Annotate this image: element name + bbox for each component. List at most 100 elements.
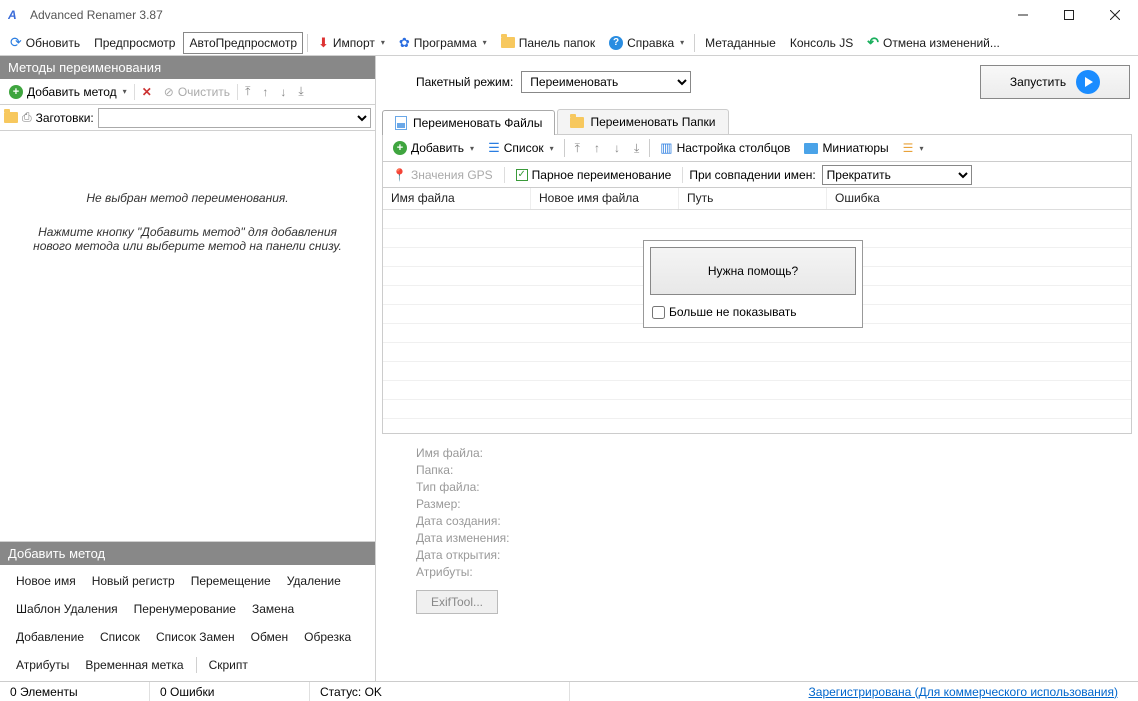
arrow-top-icon: ⤒ bbox=[245, 84, 250, 99]
registration-link[interactable]: Зарегистрирована (Для коммерческого испо… bbox=[789, 685, 1138, 699]
console-js-button[interactable]: Консоль JS bbox=[784, 32, 859, 54]
help-button[interactable]: ?Справка▾ bbox=[603, 32, 690, 54]
move-bottom-button[interactable]: ⤓ bbox=[293, 82, 308, 101]
col-newname[interactable]: Новое имя файла bbox=[531, 188, 679, 209]
move-up-button[interactable]: ↑ bbox=[257, 83, 273, 101]
methods-empty-area: Не выбран метод переименования. Нажмите … bbox=[0, 131, 375, 541]
arrow-up-icon: ↑ bbox=[594, 141, 600, 155]
refresh-button[interactable]: ⟳Обновить bbox=[4, 32, 86, 54]
undo-button[interactable]: ↶Отмена изменений... bbox=[861, 32, 1006, 54]
chevron-down-icon: ▾ bbox=[550, 144, 554, 153]
method-renumber[interactable]: Перенумерование bbox=[126, 599, 244, 619]
sort-top-button[interactable]: ⤒ bbox=[569, 139, 586, 158]
table-row bbox=[383, 343, 1131, 362]
batch-mode-label: Пакетный режим: bbox=[416, 75, 513, 89]
tab-folders-label: Переименовать Папки bbox=[590, 115, 715, 129]
import-button[interactable]: ⬇ Импорт ▾ bbox=[312, 32, 391, 54]
chevron-down-icon: ▾ bbox=[470, 144, 474, 153]
method-new-name[interactable]: Новое имя bbox=[8, 571, 84, 591]
method-remove[interactable]: Удаление bbox=[279, 571, 349, 591]
status-elements: 0 Элементы bbox=[0, 682, 150, 701]
methods-header: Методы переименования bbox=[0, 56, 375, 79]
preview-button[interactable]: Предпросмотр bbox=[88, 32, 181, 54]
thumbs-label: Миниатюры bbox=[822, 141, 888, 155]
program-button[interactable]: ✿Программа▾ bbox=[393, 32, 493, 54]
col-filename[interactable]: Имя файла bbox=[383, 188, 531, 209]
svg-text:A: A bbox=[8, 8, 17, 22]
method-script[interactable]: Скрипт bbox=[201, 655, 256, 675]
method-add[interactable]: Добавление bbox=[8, 627, 92, 647]
import-label: Импорт bbox=[333, 36, 375, 50]
need-help-label: Нужна помощь? bbox=[708, 264, 798, 278]
help-icon: ? bbox=[609, 36, 623, 50]
col-error[interactable]: Ошибка bbox=[827, 188, 1131, 209]
refresh-label: Обновить bbox=[26, 36, 80, 50]
columns-icon: ▥ bbox=[660, 140, 672, 156]
method-trim[interactable]: Обрезка bbox=[296, 627, 359, 647]
method-attributes[interactable]: Атрибуты bbox=[8, 655, 77, 675]
dont-show-checkbox[interactable] bbox=[652, 306, 665, 319]
batch-mode-select[interactable]: Переименовать bbox=[521, 71, 691, 93]
list-button[interactable]: ☰Список▾ bbox=[482, 138, 560, 158]
auto-preview-button[interactable]: АвтоПредпросмотр bbox=[183, 32, 303, 54]
metadata-button[interactable]: Метаданные bbox=[699, 32, 782, 54]
file-icon bbox=[395, 116, 407, 130]
table-row bbox=[383, 400, 1131, 419]
detail-created: Дата создания: bbox=[416, 514, 1098, 528]
clear-methods-button[interactable]: ⊘Очистить bbox=[159, 83, 235, 101]
method-list-replace[interactable]: Список Замен bbox=[148, 627, 243, 647]
need-help-button[interactable]: Нужна помощь? bbox=[650, 247, 856, 295]
chevron-down-icon: ▾ bbox=[483, 38, 487, 47]
detail-modified: Дата изменения: bbox=[416, 531, 1098, 545]
folder-icon[interactable] bbox=[4, 112, 18, 123]
col-path[interactable]: Путь bbox=[679, 188, 827, 209]
method-remove-pattern[interactable]: Шаблон Удаления bbox=[8, 599, 126, 619]
folder-panel-button[interactable]: Панель папок bbox=[495, 32, 601, 54]
table-row bbox=[383, 210, 1131, 229]
method-timestamp[interactable]: Временная метка bbox=[77, 655, 191, 675]
add-method-button[interactable]: +Добавить метод▾ bbox=[4, 83, 132, 101]
move-top-button[interactable]: ⤒ bbox=[240, 82, 255, 101]
file-details: Имя файла: Папка: Тип файла: Размер: Дат… bbox=[376, 434, 1138, 626]
undo-label: Отмена изменений... bbox=[883, 36, 1000, 50]
gps-button[interactable]: 📍Значения GPS bbox=[387, 166, 498, 184]
table-row bbox=[383, 381, 1131, 400]
method-swap[interactable]: Обмен bbox=[243, 627, 297, 647]
sort-down-button[interactable]: ↓ bbox=[608, 139, 626, 157]
sort-up-button[interactable]: ↑ bbox=[588, 139, 606, 157]
exiftool-button[interactable]: ExifTool... bbox=[416, 590, 498, 614]
method-new-case[interactable]: Новый регистр bbox=[84, 571, 183, 591]
add-files-button[interactable]: +Добавить▾ bbox=[387, 139, 480, 157]
minimize-button[interactable] bbox=[1000, 0, 1046, 30]
view-mode-button[interactable]: ☰▾ bbox=[897, 139, 930, 157]
method-list[interactable]: Список bbox=[92, 627, 148, 647]
tab-rename-files[interactable]: Переименовать Файлы bbox=[382, 110, 555, 135]
import-icon: ⬇ bbox=[318, 35, 329, 51]
empty-line2: Нажмите кнопку "Добавить метод" для доба… bbox=[20, 225, 355, 253]
presets-select[interactable] bbox=[98, 108, 371, 128]
add-label: Добавить bbox=[411, 141, 464, 155]
tab-rename-folders[interactable]: Переименовать Папки bbox=[557, 109, 728, 134]
method-move[interactable]: Перемещение bbox=[183, 571, 279, 591]
check-icon: ✓ bbox=[516, 169, 528, 181]
help-popup: Нужна помощь? Больше не показывать bbox=[643, 240, 863, 328]
thumbnails-button[interactable]: Миниатюры bbox=[798, 139, 894, 157]
arrow-down-icon: ↓ bbox=[614, 141, 620, 155]
remove-method-button[interactable]: ✕ bbox=[137, 83, 157, 101]
pin-icon: 📍 bbox=[392, 168, 407, 182]
add-method-header: Добавить метод bbox=[0, 542, 375, 565]
close-button[interactable] bbox=[1092, 0, 1138, 30]
sort-bottom-button[interactable]: ⤓ bbox=[628, 139, 645, 158]
collision-select[interactable]: Прекратить bbox=[822, 165, 972, 185]
detail-opened: Дата открытия: bbox=[416, 548, 1098, 562]
pair-rename-toggle[interactable]: ✓Парное переименование bbox=[511, 166, 677, 184]
metadata-label: Метаданные bbox=[705, 36, 776, 50]
method-replace[interactable]: Замена bbox=[244, 599, 302, 619]
move-down-button[interactable]: ↓ bbox=[275, 83, 291, 101]
run-button[interactable]: Запустить bbox=[980, 65, 1130, 99]
columns-button[interactable]: ▥Настройка столбцов bbox=[654, 138, 796, 158]
play-icon bbox=[1076, 70, 1100, 94]
save-preset-icon[interactable]: ⎙ bbox=[22, 110, 32, 125]
chevron-down-icon: ▾ bbox=[381, 38, 385, 47]
maximize-button[interactable] bbox=[1046, 0, 1092, 30]
